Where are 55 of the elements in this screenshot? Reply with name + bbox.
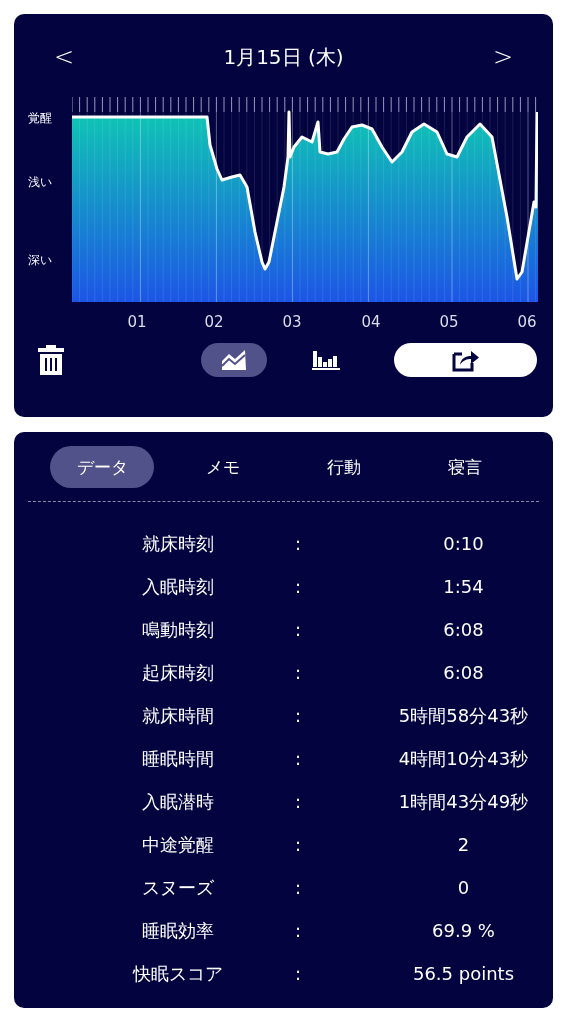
metric-value: 6:08 (443, 619, 484, 640)
tab[interactable]: データ (50, 446, 155, 488)
colon-separator: : (294, 619, 302, 640)
metric-value: 0 (457, 877, 470, 898)
colon-separator: : (294, 662, 302, 683)
metric-value: 5時間58分43秒 (398, 703, 529, 728)
bar-chart-icon (312, 349, 340, 371)
colon-separator: : (294, 705, 302, 726)
next-day-button[interactable]: > (488, 43, 517, 71)
share-button[interactable] (394, 343, 537, 377)
metric-label: 入眠潜時 (142, 789, 214, 814)
metric-value: 69.9 % (432, 920, 495, 941)
tab[interactable]: 行動 (291, 446, 396, 488)
colon-separator: : (294, 533, 302, 554)
metric-label: 起床時刻 (142, 660, 214, 685)
metric-label: 就床時刻 (142, 531, 214, 556)
hour-label: 05 (439, 313, 459, 331)
colon-separator: : (294, 748, 302, 769)
previous-day-button[interactable]: < (50, 43, 79, 71)
metric-label: 鳴動時刻 (142, 617, 214, 642)
metric-label: 中途覚醒 (142, 832, 214, 857)
hour-label: 01 (127, 313, 147, 331)
colon-separator: : (294, 920, 302, 941)
sleep-level-label: 浅い (28, 174, 52, 191)
colon-separator: : (294, 834, 302, 855)
metric-value: 2 (457, 834, 470, 855)
metric-value: 4時間10分43秒 (398, 746, 529, 771)
tab[interactable]: メモ (171, 446, 276, 488)
hour-label: 03 (282, 313, 302, 331)
colon-separator: : (294, 576, 302, 597)
metric-label: 快眠スコア (133, 961, 223, 986)
chart-view-button[interactable] (201, 343, 267, 377)
metric-label: 就床時間 (142, 703, 214, 728)
hour-label: 02 (204, 313, 224, 331)
metric-label: スヌーズ (142, 875, 214, 900)
tab[interactable]: 寝言 (412, 446, 517, 488)
sleep-level-label: 覚醒 (28, 110, 52, 127)
trash-icon[interactable] (38, 345, 64, 375)
colon-separator: : (294, 877, 302, 898)
hour-label: 06 (517, 313, 537, 331)
sleep-level-label: 深い (28, 252, 52, 269)
colon-separator: : (294, 963, 302, 984)
line-chart-icon (221, 349, 247, 371)
metric-value: 1:54 (443, 576, 484, 597)
metric-label: 入眠時刻 (142, 574, 214, 599)
metric-label: 睡眠時間 (142, 746, 214, 771)
metric-value: 1時間43分49秒 (398, 789, 529, 814)
hour-label: 04 (361, 313, 381, 331)
metric-value: 6:08 (443, 662, 484, 683)
metric-value: 0:10 (443, 533, 484, 554)
metric-label: 睡眠効率 (142, 918, 214, 943)
colon-separator: : (294, 791, 302, 812)
date-title: 1月15日 (木) (223, 43, 344, 71)
metric-value: 56.5 points (412, 963, 515, 984)
share-icon (451, 348, 480, 372)
